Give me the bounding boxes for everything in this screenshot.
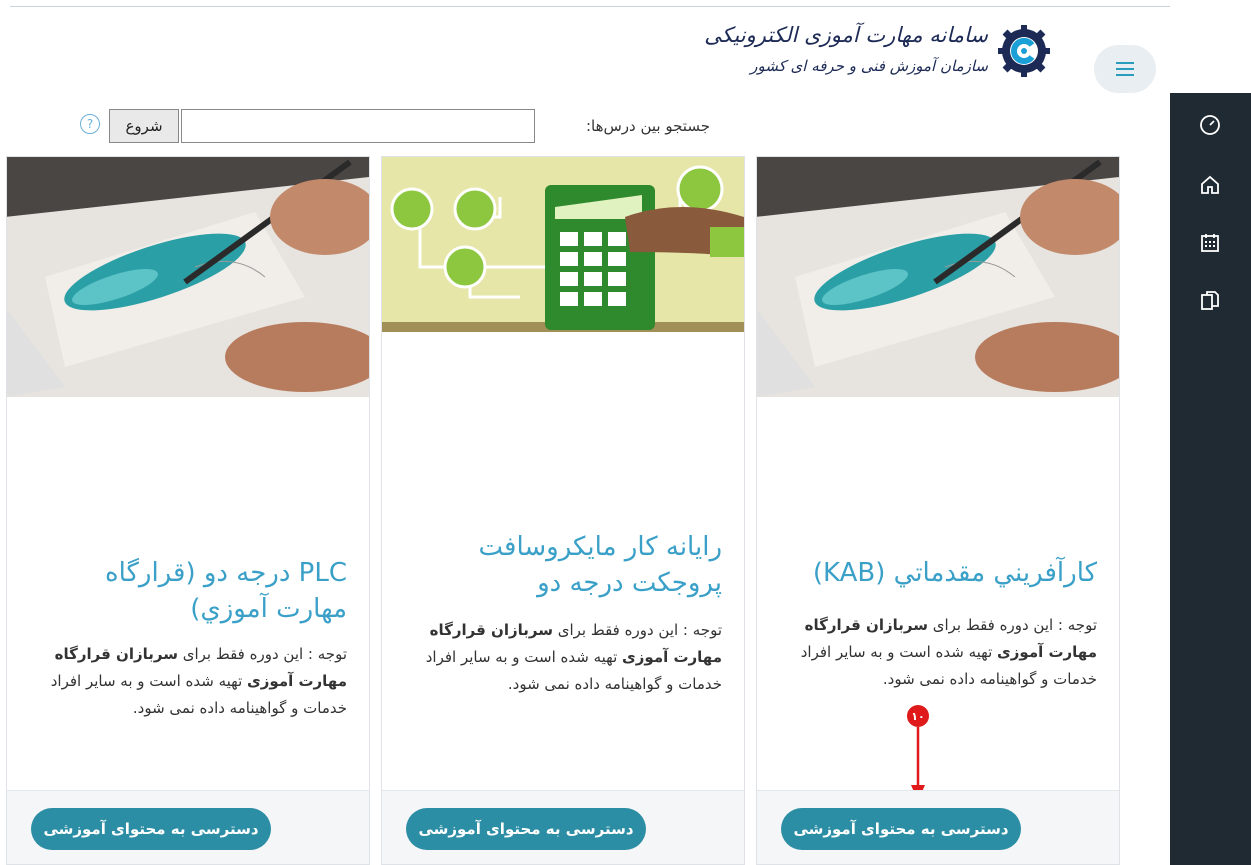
- course-note: توجه : این دوره فقط برای سربازان قرارگاه…: [29, 641, 347, 722]
- painting-image: [7, 157, 369, 397]
- top-header: سامانه مهارت آموزی الکترونیکی سازمان آمو…: [10, 6, 1170, 95]
- search-input[interactable]: [181, 109, 535, 143]
- home-icon: [1201, 175, 1219, 194]
- sidebar-item-dashboard[interactable]: [1196, 111, 1224, 139]
- dashboard-icon: [1200, 115, 1220, 135]
- help-icon[interactable]: ?: [80, 114, 100, 134]
- search-button[interactable]: شروع: [109, 109, 179, 143]
- logo-subtitle: سازمان آموزش فنی و حرفه ای کشور: [750, 57, 988, 75]
- note-text: توجه : این دوره فقط برای: [177, 645, 347, 663]
- note-text: توجه : این دوره فقط برای: [927, 616, 1097, 634]
- access-content-button[interactable]: دسترسی به محتوای آموزشی: [406, 808, 646, 850]
- course-card: PLC درجه دو (قرارگاه مهارت آموزي) توجه :…: [6, 156, 370, 865]
- course-image-painting[interactable]: [757, 157, 1119, 397]
- course-title[interactable]: PLC درجه دو (قرارگاه مهارت آموزي): [29, 555, 347, 627]
- course-image-painting[interactable]: [7, 157, 369, 397]
- card-footer: دسترسی به محتوای آموزشی: [382, 790, 744, 864]
- menu-toggle-button[interactable]: [1094, 45, 1156, 93]
- page: سامانه مهارت آموزی الکترونیکی سازمان آمو…: [0, 0, 1251, 865]
- card-footer: دسترسی به محتوای آموزشی: [757, 790, 1119, 864]
- note-text: توجه : این دوره فقط برای: [552, 621, 722, 639]
- course-note: توجه : این دوره فقط برای سربازان قرارگاه…: [404, 617, 722, 698]
- course-note: توجه : این دوره فقط برای سربازان قرارگاه…: [779, 612, 1097, 693]
- painting-image: [757, 157, 1119, 397]
- hamburger-icon: [1116, 62, 1134, 76]
- course-card: کارآفريني مقدماتي (KAB) توجه : این دوره …: [756, 156, 1120, 865]
- course-title[interactable]: کارآفريني مقدماتي (KAB): [779, 555, 1097, 591]
- course-card: رایانه کار مایکروسافت پروجکت درجه دو توج…: [381, 156, 745, 865]
- annotation-badge: ۱۰: [907, 705, 929, 727]
- card-footer: دسترسی به محتوای آموزشی: [7, 790, 369, 864]
- access-content-button[interactable]: دسترسی به محتوای آموزشی: [781, 808, 1021, 850]
- sidebar-item-calendar[interactable]: [1196, 229, 1224, 257]
- course-image-calculator[interactable]: [382, 157, 744, 332]
- search-label: جستجو بین درس‌ها:: [585, 117, 710, 135]
- logo-gear-icon: [998, 25, 1050, 77]
- sidebar-item-documents[interactable]: [1196, 287, 1224, 315]
- course-title[interactable]: رایانه کار مایکروسافت پروجکت درجه دو: [404, 529, 722, 601]
- sidebar: [1170, 93, 1251, 865]
- course-search: جستجو بین درس‌ها: شروع ?: [80, 108, 720, 146]
- access-content-button[interactable]: دسترسی به محتوای آموزشی: [31, 808, 271, 850]
- logo-title: سامانه مهارت آموزی الکترونیکی: [704, 23, 988, 47]
- site-logo[interactable]: سامانه مهارت آموزی الکترونیکی سازمان آمو…: [704, 17, 1050, 87]
- calendar-icon: [1201, 234, 1219, 252]
- sidebar-item-home[interactable]: [1196, 171, 1224, 199]
- calculator-image: [382, 157, 744, 332]
- documents-icon: [1201, 291, 1219, 310]
